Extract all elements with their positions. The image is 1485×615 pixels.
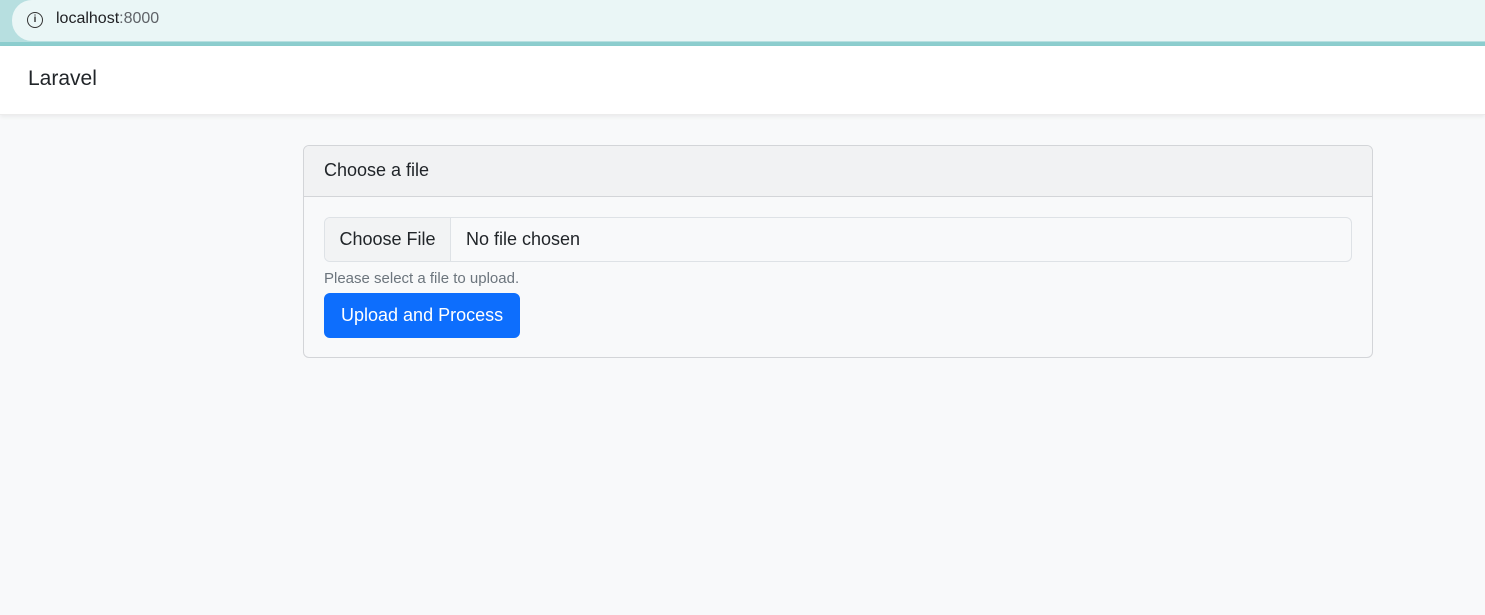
url-host: localhost [56, 10, 120, 27]
card-header: Choose a file [304, 146, 1372, 197]
upload-and-process-button[interactable]: Upload and Process [324, 293, 521, 338]
card-body: Choose File No file chosen Please select… [304, 197, 1372, 357]
file-status-text: No file chosen [466, 229, 581, 249]
help-text: Please select a file to upload. [324, 270, 520, 287]
file-input[interactable]: Choose File No file chosen [324, 217, 1352, 262]
address-bar[interactable]: i localhost:8000 [12, 0, 1485, 41]
info-icon[interactable]: i [27, 12, 43, 28]
url-port: :8000 [119, 10, 160, 27]
choose-file-button[interactable]: Choose File [325, 218, 451, 261]
url-text[interactable]: localhost:8000 [56, 10, 159, 28]
upload-card: Choose a file Choose File No file chosen… [303, 145, 1373, 358]
navbar: Laravel [0, 46, 1485, 115]
browser-toolbar: i localhost:8000 [0, 0, 1485, 46]
navbar-brand[interactable]: Laravel [28, 67, 97, 91]
